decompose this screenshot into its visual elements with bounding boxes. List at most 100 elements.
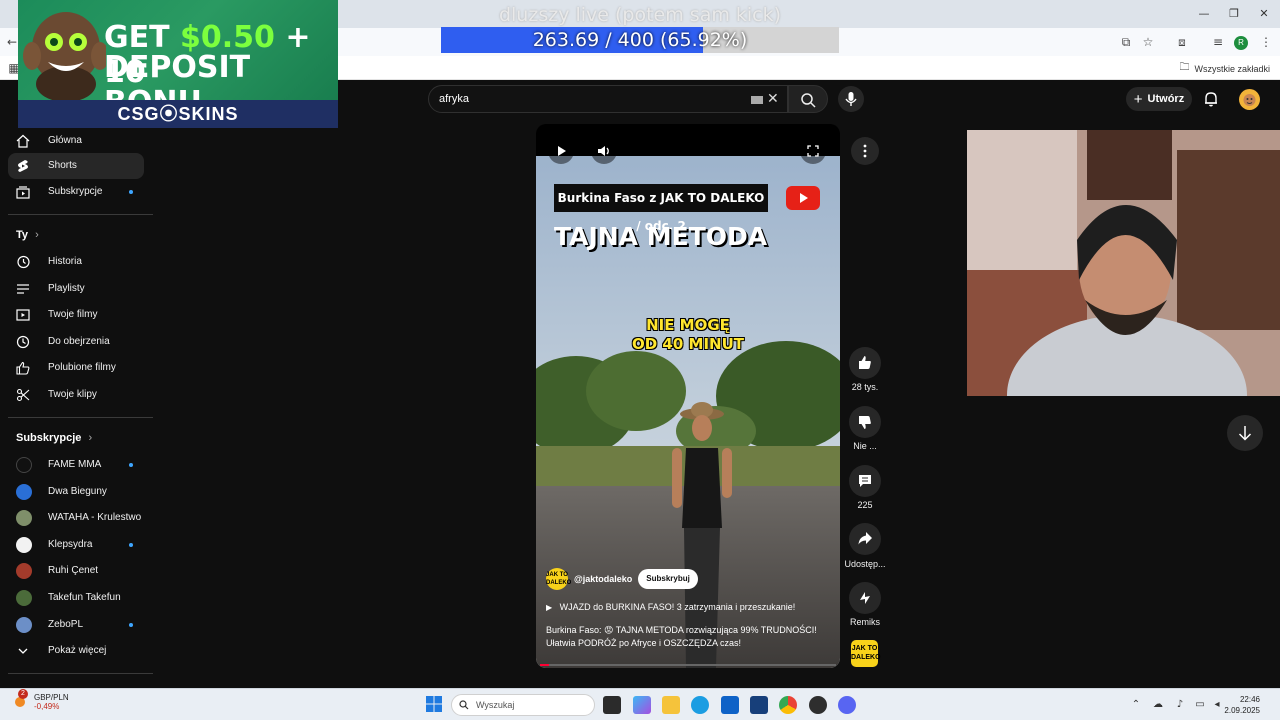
video-progress-bar[interactable]	[540, 664, 836, 666]
store-icon[interactable]	[750, 696, 768, 714]
media-control-icon[interactable]: ≡	[1210, 34, 1226, 50]
create-button[interactable]: + Utwórz	[1126, 87, 1192, 111]
video-overlay-title: TAJNA METODA	[554, 222, 768, 251]
volume-button[interactable]	[591, 138, 617, 164]
discord-icon[interactable]	[838, 696, 856, 714]
start-button[interactable]	[426, 696, 442, 712]
channel-logo[interactable]: JAK TO DALEKO	[546, 568, 571, 590]
keyboard-icon[interactable]	[751, 96, 763, 104]
taskbar-search[interactable]: Wyszukaj	[451, 694, 595, 716]
microphone-tray-icon[interactable]: ♪	[1174, 699, 1186, 711]
sidebar-item-your-videos[interactable]: Twoje filmy	[8, 302, 144, 328]
channel-row: JAK TO DALEKO @jaktodaleko Subskrybuj	[546, 568, 698, 590]
short-video-player[interactable]: Burkina Faso z JAK TO DALEKO / odc. 2 TA…	[536, 124, 840, 668]
all-bookmarks-button[interactable]: 🗀 Wszystkie zakładki	[1179, 60, 1270, 77]
menu-dots-icon[interactable]: ⋮	[1258, 34, 1274, 50]
channel-avatar	[16, 457, 32, 473]
edge-icon[interactable]	[691, 696, 709, 714]
obs-icon[interactable]	[809, 696, 827, 714]
sidebar-item-label: Do obejrzenia	[48, 336, 110, 347]
share-button[interactable]	[849, 523, 881, 555]
subscriptions-icon	[16, 186, 30, 199]
stream-title: dluzszy live (potem sam kick)	[498, 4, 782, 26]
next-short-button[interactable]	[1227, 415, 1263, 451]
video-description[interactable]: Burkina Faso: 😡 TAJNA METODA rozwiązując…	[546, 624, 836, 650]
remix-label: Remiks	[849, 617, 880, 627]
like-count: 28 tys.	[851, 382, 879, 392]
home-icon	[16, 134, 30, 148]
remix-button[interactable]	[849, 582, 881, 614]
clear-search-icon[interactable]: ✕	[767, 92, 781, 106]
chevron-down-icon	[18, 648, 28, 654]
task-view-icon[interactable]	[603, 696, 621, 714]
voice-search-button[interactable]	[838, 86, 864, 112]
taskbar-search-placeholder: Wyszukaj	[476, 700, 515, 710]
play-button[interactable]	[548, 138, 574, 164]
sidebar-show-more[interactable]: Pokaż więcej	[8, 638, 144, 664]
extensions-icon[interactable]: ⧈	[1174, 34, 1190, 50]
search-button[interactable]	[788, 85, 828, 113]
subscriptions-heading-label: Subskrypcje	[16, 432, 82, 444]
notifications-bell-icon[interactable]	[1202, 90, 1220, 108]
cloud-icon[interactable]: ☁	[1152, 699, 1164, 711]
play-small-icon: ▶	[546, 603, 553, 612]
sidebar-item-watch-later[interactable]: Do obejrzenia	[8, 329, 144, 355]
you-section-heading[interactable]: Ty ›	[16, 229, 39, 241]
profile-avatar[interactable]: R	[1234, 36, 1248, 50]
sidebar-item-liked[interactable]: Polubione filmy	[8, 355, 144, 381]
chevron-right-icon: ›	[88, 432, 93, 444]
file-explorer-icon[interactable]	[662, 696, 680, 714]
related-video-link[interactable]: ▶ WJAZD do BURKINA FASO! 3 zatrzymania i…	[546, 602, 795, 612]
channel-handle[interactable]: @jaktodaleko	[574, 574, 632, 584]
fullscreen-button[interactable]	[800, 138, 826, 164]
dislike-button[interactable]	[849, 406, 881, 438]
comments-button[interactable]	[849, 465, 881, 497]
clips-icon	[16, 388, 30, 402]
sidebar-item-channel[interactable]: Takefun Takefun	[8, 585, 144, 611]
sidebar-item-subscriptions[interactable]: Subskrypcje	[8, 179, 144, 205]
sidebar-divider	[8, 214, 153, 215]
install-app-icon[interactable]: ⧉	[1118, 34, 1134, 50]
channel-avatar-badge[interactable]: JAK TO DALEKO	[851, 640, 881, 667]
new-content-dot	[129, 190, 133, 194]
restore-icon[interactable]: ❐	[1226, 6, 1242, 22]
sidebar-item-clips[interactable]: Twoje klipy	[8, 382, 144, 408]
more-options-button[interactable]	[851, 137, 879, 165]
sidebar-item-label: WATAHA - Krulestwo	[48, 512, 142, 523]
sidebar-item-shorts[interactable]: Shorts	[8, 153, 144, 179]
subscribe-button[interactable]: Subskrybuj	[638, 569, 698, 589]
channel-avatar	[16, 484, 32, 500]
copilot-icon[interactable]	[633, 696, 651, 714]
speaker-icon[interactable]: ◂	[1211, 699, 1223, 711]
display-icon[interactable]: ▭	[1194, 699, 1206, 711]
series-label: Burkina Faso z JAK TO DALEKO / odc. 2	[554, 184, 768, 233]
chevron-right-icon: ›	[35, 229, 39, 241]
close-window-icon[interactable]: ✕	[1256, 6, 1272, 22]
sidebar-item-channel[interactable]: ZeboPL	[8, 612, 144, 638]
chrome-icon[interactable]	[779, 696, 797, 714]
sidebar-item-playlists[interactable]: Playlisty	[8, 276, 144, 302]
sidebar-item-channel[interactable]: WATAHA - Krulestwo	[8, 505, 144, 531]
your-videos-icon	[16, 309, 30, 321]
sidebar-item-channel[interactable]: Klepsydra	[8, 532, 144, 558]
outlook-icon[interactable]	[721, 696, 739, 714]
bookmark-star-icon[interactable]: ☆	[1140, 34, 1156, 50]
fx-widget[interactable]: 2 GBP/PLN -0,49%	[12, 689, 69, 711]
sidebar-item-home[interactable]: Główna	[8, 128, 144, 154]
sidebar-item-channel[interactable]: Ruhi Çenet	[8, 558, 144, 584]
subscriptions-section-heading[interactable]: Subskrypcje ›	[16, 432, 92, 444]
sidebar-item-channel[interactable]: Dwa Bieguny	[8, 479, 144, 505]
show-hidden-icons[interactable]: ⌃	[1130, 699, 1142, 711]
search-icon	[801, 93, 816, 108]
sidebar-item-history[interactable]: Historia	[8, 249, 144, 275]
ad-brand-logo: CSG⦿SKINS	[18, 100, 338, 128]
sidebar-item-channel[interactable]: FAME MMA	[8, 452, 144, 478]
caption-line: NIE MOGĘ	[646, 316, 730, 334]
sponsor-banner: GET $0.50 + 10 DEPOSIT BONU CSG⦿SKINS	[18, 0, 338, 128]
account-avatar[interactable]	[1239, 89, 1260, 110]
system-clock[interactable]: 22:46 2.09.2025	[1224, 694, 1260, 716]
like-button[interactable]	[849, 347, 881, 379]
search-input[interactable]: afryka ✕	[428, 85, 788, 113]
minimize-icon[interactable]: —	[1196, 6, 1212, 22]
video-progress-fill	[540, 664, 549, 666]
